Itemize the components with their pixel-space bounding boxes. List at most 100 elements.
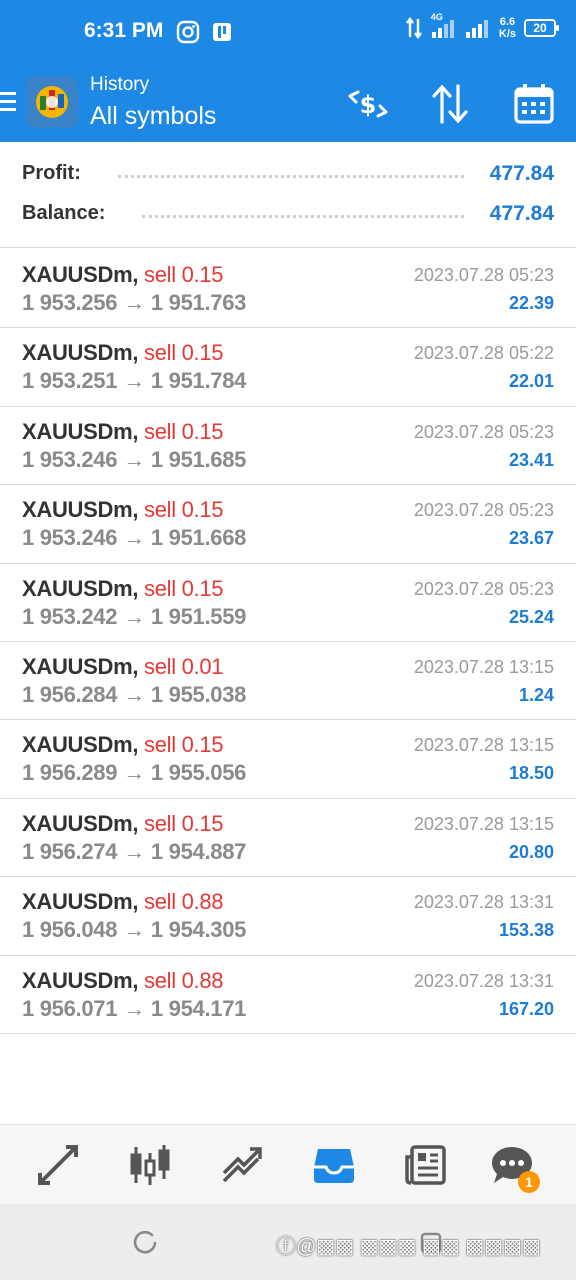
price-arrow: → xyxy=(123,446,145,472)
symbol-name: XAUUSDm, xyxy=(22,340,139,366)
trade-prices: 1 956.071 → 1 954.171 xyxy=(22,996,246,1022)
close-price: 1 951.668 xyxy=(150,525,247,551)
trade-row[interactable]: XAUUSDm, sell 0.15 1 953.256 → 1 951.763 202… xyxy=(0,250,576,329)
close-price: 1 951.685 xyxy=(150,446,247,472)
trade-row[interactable]: XAUUSDm, sell 0.15 1 953.246 → 1 951.668 202… xyxy=(0,485,576,564)
currency-exchange-icon[interactable]: $ xyxy=(346,82,390,126)
balance-row: Balance: 477.84 xyxy=(22,198,554,232)
trade-time: 2023.07.28 13:15 xyxy=(413,735,554,756)
symbol-name: XAUUSDm, xyxy=(22,262,139,287)
trade-profit: 23.41 xyxy=(508,449,554,470)
trade-side-volume: sell 0.01 xyxy=(144,653,224,679)
home-circle-icon[interactable] xyxy=(132,1230,158,1256)
trade-side-volume: sell 0.15 xyxy=(144,262,224,287)
trade-profit: 20.80 xyxy=(508,841,554,862)
open-price: 1 953.246 xyxy=(22,525,118,551)
svg-text:$: $ xyxy=(360,91,377,119)
trade-row[interactable]: XAUUSDm, sell 0.01 1 956.284 → 1 955.038 202… xyxy=(0,642,576,721)
trade-time: 2023.07.28 05:23 xyxy=(413,578,554,599)
trade-side-volume: sell 0.15 xyxy=(144,418,224,444)
trade-row[interactable]: XAUUSDm, sell 0.15 1 953.246 → 1 951.685 202… xyxy=(0,407,576,486)
trade-time: 2023.07.28 13:15 xyxy=(413,656,554,677)
symbol-name: XAUUSDm, xyxy=(22,967,139,993)
trade-symbol: XAUUSDm, sell 0.15 xyxy=(22,575,224,602)
trade-symbol: XAUUSDm, sell 0.01 xyxy=(22,653,224,680)
trade-time: 2023.07.28 13:31 xyxy=(413,892,554,913)
system-nav-bar: ⓕ@▩▩ ▩▩▩ ▩▩ ▩▩▩▩ xyxy=(0,1204,576,1280)
symbol-name: XAUUSDm, xyxy=(22,732,139,758)
trade-symbol: XAUUSDm, sell 0.15 xyxy=(22,262,224,288)
price-arrow: → xyxy=(123,681,145,707)
arrows-diagonal-icon[interactable] xyxy=(36,1143,80,1187)
trade-prices: 1 953.256 → 1 951.763 xyxy=(22,290,246,316)
trade-row[interactable]: XAUUSDm, sell 0.15 1 956.274 → 1 954.887 202… xyxy=(0,799,576,878)
menu-icon[interactable] xyxy=(0,92,16,114)
close-price: 1 955.038 xyxy=(150,681,247,707)
trend-icon[interactable] xyxy=(220,1143,264,1187)
newspaper-icon[interactable] xyxy=(404,1143,448,1187)
trade-time: 2023.07.28 05:23 xyxy=(413,421,554,442)
data-transfer-icon xyxy=(405,17,422,39)
sort-icon[interactable] xyxy=(428,82,472,126)
symbol-name: XAUUSDm, xyxy=(22,653,139,679)
trade-profit: 22.39 xyxy=(508,293,554,313)
price-arrow: → xyxy=(123,917,145,943)
candlestick-icon[interactable] xyxy=(128,1143,172,1187)
bottom-tab-bar: 1 xyxy=(0,1124,576,1204)
app-header: History All symbols $ xyxy=(0,64,576,142)
trade-side-volume: sell 0.88 xyxy=(144,889,224,915)
price-arrow: → xyxy=(123,995,145,1021)
open-price: 1 953.246 xyxy=(22,446,118,472)
trade-profit: 18.50 xyxy=(508,763,554,784)
trade-row[interactable]: XAUUSDm, sell 0.88 1 956.048 → 1 954.305 202… xyxy=(0,877,576,956)
trade-time: 2023.07.28 05:22 xyxy=(413,343,554,364)
trade-time: 2023.07.28 13:31 xyxy=(413,970,554,991)
trade-symbol: XAUUSDm, sell 0.15 xyxy=(22,340,224,366)
symbol-name: XAUUSDm, xyxy=(22,889,139,915)
open-price: 1 953.242 xyxy=(22,603,118,629)
trade-prices: 1 956.289 → 1 955.056 xyxy=(22,760,246,786)
trade-profit: 23.67 xyxy=(508,528,554,549)
open-price: 1 956.284 xyxy=(22,681,118,707)
watermark: ⓕ@▩▩ ▩▩▩ ▩▩ ▩▩▩▩ xyxy=(276,1236,541,1258)
trade-row[interactable]: XAUUSDm, sell 0.15 1 956.289 → 1 955.056 202… xyxy=(0,720,576,799)
signal-icon-2 xyxy=(465,20,488,38)
price-arrow: → xyxy=(123,603,145,629)
parking-app-icon xyxy=(213,23,231,41)
inbox-icon[interactable] xyxy=(312,1143,356,1187)
close-price: 1 954.171 xyxy=(150,995,247,1021)
status-time: 6:31 PM xyxy=(84,19,164,42)
calendar-icon[interactable] xyxy=(512,82,556,126)
trade-row[interactable]: XAUUSDm, sell 0.15 1 953.242 → 1 951.559 202… xyxy=(0,564,576,642)
open-price: 1 953.251 xyxy=(22,368,118,394)
close-price: 1 954.887 xyxy=(150,838,247,864)
battery-indicator: 20 xyxy=(524,19,559,37)
trade-row[interactable]: XAUUSDm, sell 0.15 1 953.251 → 1 951.784 202… xyxy=(0,328,576,407)
price-arrow: → xyxy=(123,290,145,315)
messages-tab[interactable]: 1 xyxy=(490,1143,540,1193)
dotted-leader xyxy=(118,175,464,178)
trade-side-volume: sell 0.15 xyxy=(144,340,224,366)
trade-time: 2023.07.28 13:15 xyxy=(413,813,554,834)
trade-prices: 1 953.242 → 1 951.559 xyxy=(22,604,246,630)
symbol-name: XAUUSDm, xyxy=(22,575,139,601)
balance-label: Balance: xyxy=(22,202,106,224)
trade-prices: 1 953.246 → 1 951.668 xyxy=(22,525,246,551)
signal-4g: 4G xyxy=(431,12,457,40)
status-bar: 6:31 PM 4G 6.6 K/s 20 xyxy=(0,0,576,64)
dotted-leader xyxy=(142,215,464,218)
trade-prices: 1 953.251 → 1 951.784 xyxy=(22,368,246,394)
network-status: 4G 6.6 K/s 20 xyxy=(405,12,559,40)
balance-value: 477.84 xyxy=(489,202,554,225)
close-price: 1 955.056 xyxy=(150,760,247,786)
app-logo xyxy=(26,76,78,128)
trade-profit: 167.20 xyxy=(498,998,554,1019)
trade-list: XAUUSDm, sell 0.15 1 953.256 → 1 951.763 202… xyxy=(0,250,576,1034)
net-speed: 6.6 K/s xyxy=(498,16,516,40)
open-price: 1 956.289 xyxy=(22,760,118,786)
trade-symbol: XAUUSDm, sell 0.88 xyxy=(22,967,224,994)
profit-value: 477.84 xyxy=(489,162,554,185)
symbol-filter[interactable]: All symbols xyxy=(90,102,216,131)
trade-row[interactable]: XAUUSDm, sell 0.88 1 956.071 → 1 954.171 202… xyxy=(0,956,576,1034)
instagram-icon xyxy=(176,20,200,44)
